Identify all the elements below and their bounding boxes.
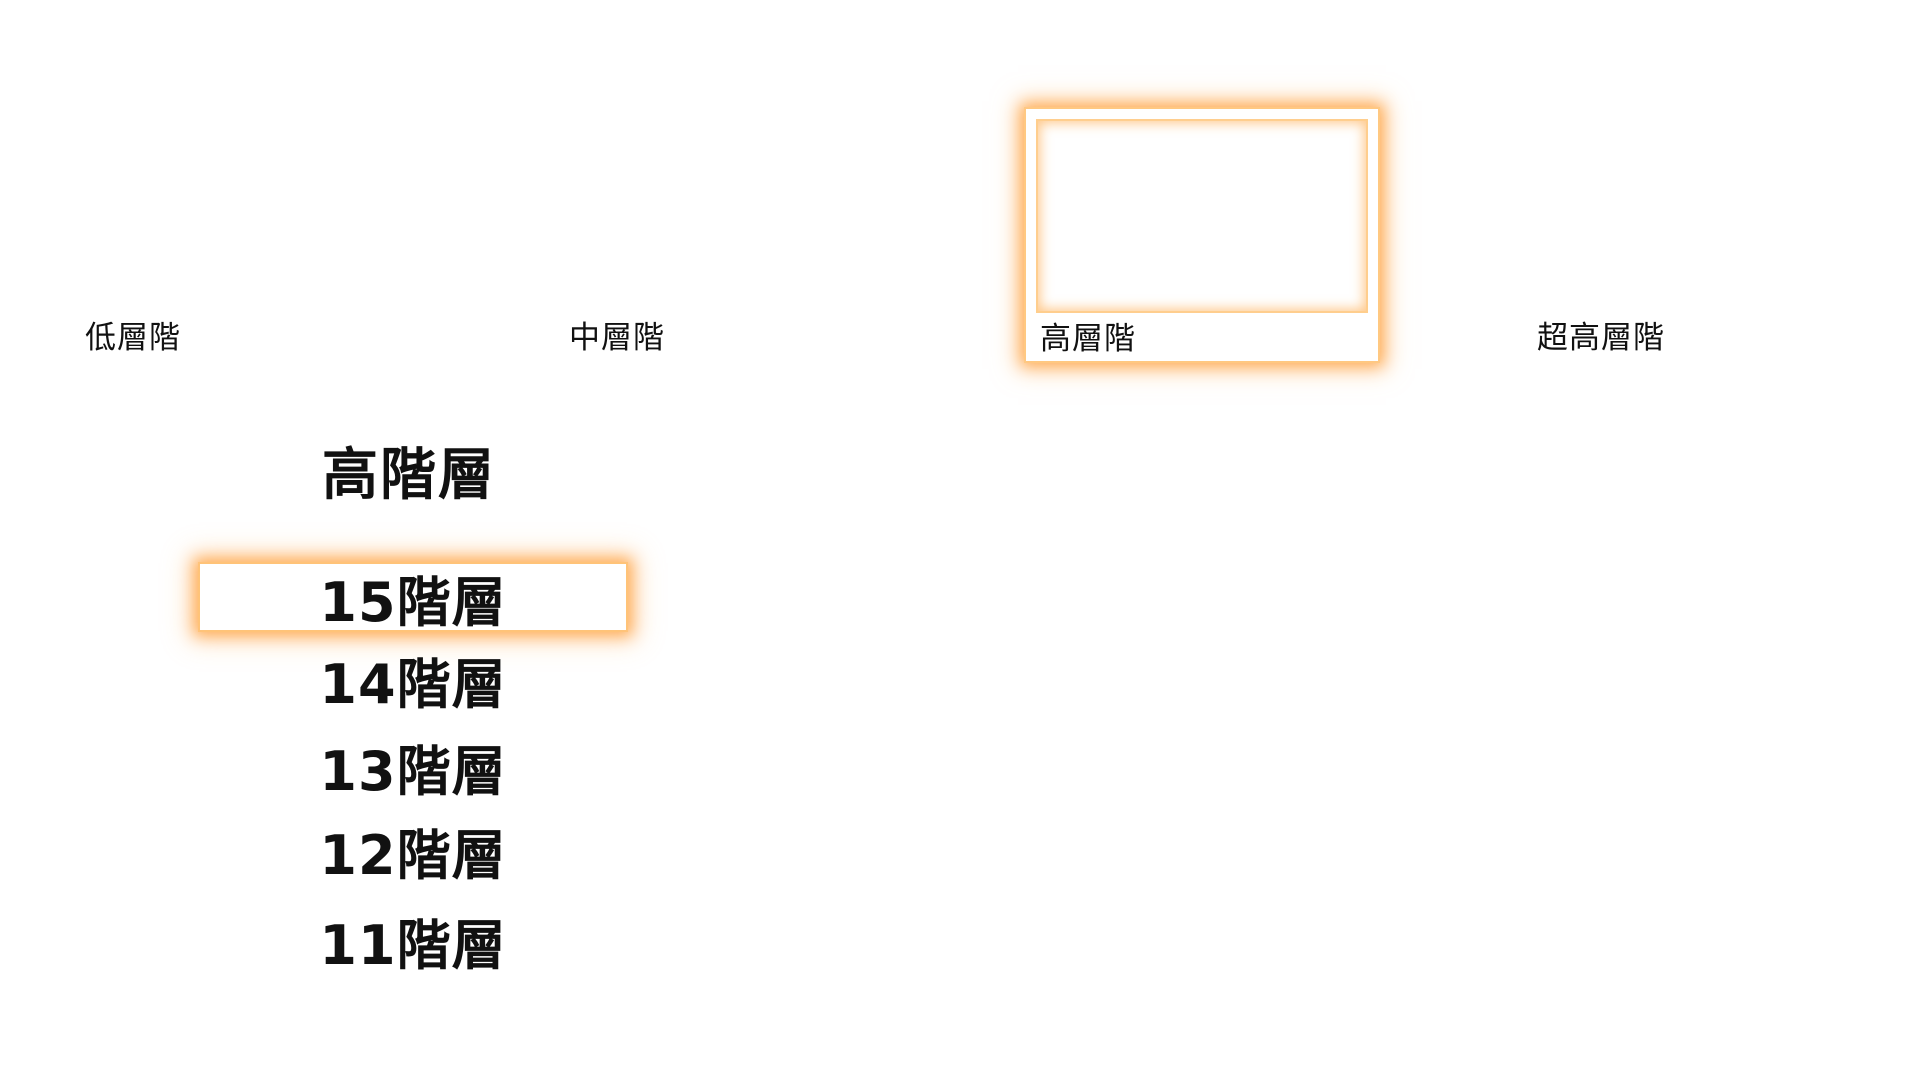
category-high-floors[interactable]: 高層階 bbox=[1026, 109, 1378, 361]
floor-item-label: 11階層 bbox=[319, 913, 507, 977]
floor-item-14[interactable]: 14階層 bbox=[200, 646, 626, 716]
category-mid-floors-label: 中層階 bbox=[569, 319, 665, 356]
floor-item-12[interactable]: 12階層 bbox=[200, 817, 626, 887]
category-super-high-floors[interactable]: 超高層階 bbox=[1537, 306, 1665, 362]
floor-item-label: 15階層 bbox=[319, 570, 507, 634]
category-low-floors-label: 低層階 bbox=[85, 319, 181, 356]
floor-item-label: 12階層 bbox=[319, 823, 507, 887]
floor-item-label: 14階層 bbox=[319, 652, 507, 716]
category-high-floors-thumbnail bbox=[1036, 119, 1368, 313]
floor-item-11[interactable]: 11階層 bbox=[200, 907, 626, 977]
floor-item-13[interactable]: 13階層 bbox=[200, 733, 626, 803]
floor-item-15[interactable]: 15階層 bbox=[200, 564, 626, 634]
floor-selector-screen: 低層階 中層階 高層階 超高層階 高階層 15階層 14階層 13階層 12階層… bbox=[0, 0, 1920, 1080]
category-low-floors[interactable]: 低層階 bbox=[85, 306, 181, 362]
category-mid-floors[interactable]: 中層階 bbox=[569, 306, 665, 362]
category-high-floors-label: 高層階 bbox=[1040, 320, 1136, 357]
category-super-high-floors-label: 超高層階 bbox=[1537, 319, 1665, 356]
floor-item-label: 13階層 bbox=[319, 739, 507, 803]
floor-list-title: 高階層 bbox=[322, 443, 496, 508]
